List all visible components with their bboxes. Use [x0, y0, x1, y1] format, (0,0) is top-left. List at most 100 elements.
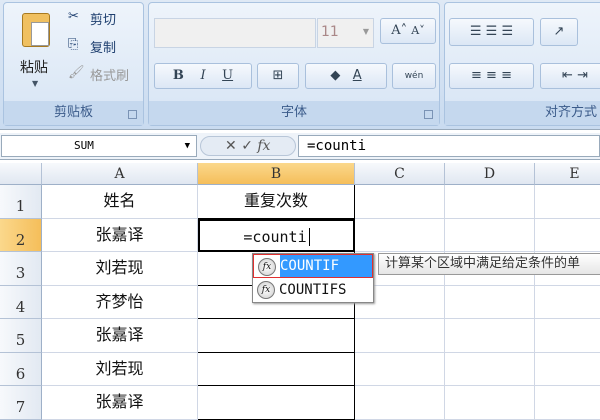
cell-b5[interactable]	[198, 319, 355, 353]
autocomplete-item-countifs[interactable]: fx COUNTIFS	[253, 278, 373, 302]
row-header[interactable]: 3	[0, 252, 42, 286]
cell-e1[interactable]	[535, 185, 600, 219]
font-size-value: 11	[321, 24, 339, 40]
font-color-icon: A	[352, 68, 362, 83]
align-center-icon: ≡	[486, 68, 497, 83]
alignment-group: ☰ ☰ ☰ ↗ ≡ ≡ ≡ ⇤ ⇥ 对齐方式	[444, 2, 600, 126]
function-icon: fx	[258, 258, 276, 276]
border-button[interactable]: ⊞	[257, 63, 299, 89]
column-header-b[interactable]: B	[198, 163, 355, 185]
column-header-d[interactable]: D	[445, 163, 535, 185]
row-header[interactable]: 7	[0, 386, 42, 420]
cell-a6[interactable]: 刘若现	[42, 352, 198, 386]
row-header[interactable]: 4	[0, 285, 42, 319]
enter-icon[interactable]: ✓	[241, 138, 253, 154]
cell-a7[interactable]: 张嘉译	[42, 386, 198, 420]
column-header-a[interactable]: A	[42, 163, 198, 185]
vertical-align-buttons[interactable]: ☰ ☰ ☰	[449, 18, 534, 46]
cut-label: 剪切	[90, 13, 117, 28]
dialog-launcher-icon[interactable]	[128, 110, 137, 119]
function-tooltip: 计算某个区域中满足给定条件的单	[378, 253, 600, 275]
name-box[interactable]: SUM ▼	[1, 135, 197, 157]
phonetic-button[interactable]: wén	[392, 63, 436, 89]
cell-e4[interactable]	[535, 286, 600, 319]
brush-icon: 🖌	[68, 65, 85, 80]
format-painter-label: 格式刷	[90, 69, 130, 84]
cell-d7[interactable]	[445, 386, 535, 420]
chevron-down-icon: ▼	[362, 27, 369, 36]
align-bottom-icon: ☰	[501, 24, 514, 39]
align-left-icon: ≡	[471, 68, 482, 83]
cell-c1[interactable]	[355, 185, 445, 219]
cell-c5[interactable]	[355, 319, 445, 353]
align-right-icon: ≡	[501, 68, 512, 83]
cell-d6[interactable]	[445, 352, 535, 386]
autocomplete-list: fx COUNTIF fx COUNTIFS	[252, 253, 374, 303]
cell-c7[interactable]	[355, 386, 445, 420]
fill-font-color-buttons[interactable]: ◆ A	[305, 63, 387, 89]
increase-indent-icon: ⇥	[577, 68, 588, 83]
border-icon: ⊞	[272, 68, 284, 83]
row-header[interactable]: 6	[0, 352, 42, 386]
cell-d5[interactable]	[445, 319, 535, 353]
paste-button[interactable]: 粘贴 ▼	[12, 7, 60, 97]
cell-e6[interactable]	[535, 353, 600, 386]
cell-a3[interactable]: 刘若现	[42, 252, 198, 286]
autocomplete-item-countif[interactable]: fx COUNTIF	[253, 254, 373, 278]
cell-e7[interactable]	[535, 386, 600, 420]
cell-e2[interactable]	[535, 219, 600, 252]
row-header[interactable]: 1	[0, 185, 42, 219]
cell-value: 重复次数	[243, 191, 308, 210]
autocomplete-label: COUNTIFS	[279, 282, 347, 298]
orientation-icon: ↗	[553, 24, 565, 39]
cell-a2[interactable]: 张嘉译	[42, 218, 198, 252]
chevron-down-icon: ▼	[32, 79, 39, 88]
cell-b7[interactable]	[198, 386, 355, 420]
cell-d2[interactable]	[445, 218, 535, 252]
shrink-font-icon: A˅	[411, 24, 425, 37]
italic-button[interactable]: I	[200, 68, 205, 83]
orientation-button[interactable]: ↗	[540, 18, 578, 46]
font-size-input[interactable]: 11 ▼	[317, 18, 374, 48]
name-box-value: SUM	[74, 139, 94, 152]
text-cursor	[308, 227, 310, 246]
group-label: 对齐方式	[445, 101, 600, 125]
underline-button[interactable]: U	[222, 68, 233, 83]
cell-d4[interactable]	[445, 285, 535, 319]
cell-a4[interactable]: 齐梦怡	[42, 285, 198, 319]
grow-shrink-font-button[interactable]: A˄ A˅	[380, 18, 436, 44]
copy-icon: ⎘	[68, 37, 79, 52]
select-all-corner[interactable]	[0, 163, 42, 185]
cell-a5[interactable]: 张嘉译	[42, 319, 198, 353]
group-label: 字体	[149, 101, 439, 125]
cell-d1[interactable]	[445, 185, 535, 219]
bold-italic-underline-buttons[interactable]: B I U	[154, 63, 252, 89]
cell-c6[interactable]	[355, 352, 445, 386]
indent-buttons[interactable]: ⇤ ⇥	[540, 63, 600, 89]
formula-bar: SUM ▼ ✕ ✓ fx =counti	[0, 133, 600, 160]
chevron-down-icon: ▼	[184, 141, 190, 151]
align-top-icon: ☰	[469, 24, 482, 39]
insert-function-icon[interactable]: fx	[257, 138, 270, 154]
dialog-launcher-icon[interactable]	[424, 110, 433, 119]
row-header[interactable]: 5	[0, 319, 42, 353]
paste-label: 粘贴	[20, 60, 48, 76]
cancel-icon[interactable]: ✕	[225, 138, 237, 154]
cell-b6[interactable]	[198, 352, 355, 386]
align-middle-icon: ☰	[485, 24, 498, 39]
cell-c2[interactable]	[355, 218, 445, 252]
cell-b2[interactable]: =counti	[198, 218, 355, 252]
horizontal-align-buttons[interactable]: ≡ ≡ ≡	[449, 63, 534, 89]
cell-b1[interactable]: 重复次数	[198, 185, 355, 219]
formula-input[interactable]: =counti	[298, 135, 600, 157]
cell-a1[interactable]: 姓名	[42, 185, 198, 219]
font-name-input[interactable]	[154, 18, 316, 48]
row-header[interactable]: 2	[0, 218, 42, 252]
column-header-c[interactable]: C	[355, 163, 445, 185]
column-header-e[interactable]: E	[535, 163, 600, 185]
cell-e5[interactable]	[535, 319, 600, 353]
bold-button[interactable]: B	[173, 68, 184, 83]
font-group: 11 ▼ A˄ A˅ B I U ⊞ ◆ A wén 字体	[148, 2, 440, 126]
autocomplete-label: COUNTIF	[280, 255, 372, 277]
decrease-indent-icon: ⇤	[562, 68, 573, 83]
